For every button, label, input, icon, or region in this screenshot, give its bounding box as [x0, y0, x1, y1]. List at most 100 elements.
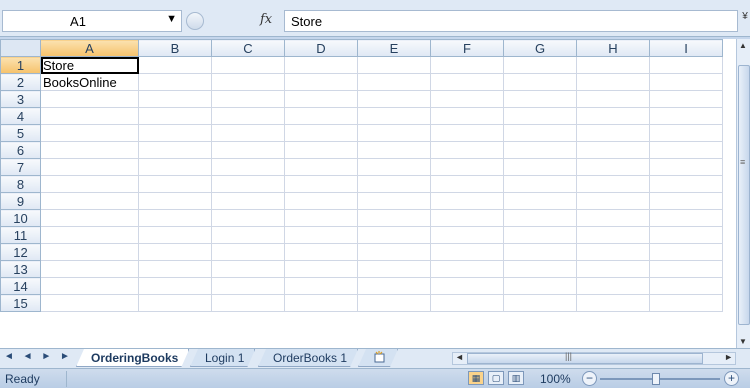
row-header-9[interactable]: 9	[0, 192, 41, 210]
cell-c12[interactable]	[211, 243, 285, 261]
cell-c3[interactable]	[211, 90, 285, 108]
zoom-slider-thumb[interactable]	[652, 373, 660, 385]
zoom-out-button[interactable]: −	[582, 371, 597, 386]
cell-i12[interactable]	[649, 243, 723, 261]
cell-b4[interactable]	[138, 107, 212, 125]
cell-h10[interactable]	[576, 209, 650, 227]
cell-g1[interactable]	[503, 56, 577, 74]
cell-b14[interactable]	[138, 277, 212, 295]
cell-g12[interactable]	[503, 243, 577, 261]
cell-c9[interactable]	[211, 192, 285, 210]
page-break-view-button[interactable]: ▥	[508, 371, 524, 385]
scroll-right-icon[interactable]: ►	[724, 352, 733, 362]
cell-i1[interactable]	[649, 56, 723, 74]
cell-b8[interactable]	[138, 175, 212, 193]
row-header-11[interactable]: 11	[0, 226, 41, 244]
cell-e7[interactable]	[357, 158, 431, 176]
name-box-dropdown-icon[interactable]: ▼	[166, 13, 177, 25]
cell-g13[interactable]	[503, 260, 577, 278]
cell-f8[interactable]	[430, 175, 504, 193]
cell-i13[interactable]	[649, 260, 723, 278]
cell-g11[interactable]	[503, 226, 577, 244]
cell-e5[interactable]	[357, 124, 431, 142]
cell-g5[interactable]	[503, 124, 577, 142]
cell-e11[interactable]	[357, 226, 431, 244]
cell-d1[interactable]	[284, 56, 358, 74]
cell-g10[interactable]	[503, 209, 577, 227]
column-header-a[interactable]: A	[40, 39, 139, 57]
cell-d2[interactable]	[284, 73, 358, 91]
cell-e15[interactable]	[357, 294, 431, 312]
cell-b3[interactable]	[138, 90, 212, 108]
cell-b5[interactable]	[138, 124, 212, 142]
scroll-left-icon[interactable]: ◄	[455, 352, 464, 362]
name-box-value[interactable]: A1	[3, 14, 153, 29]
cell-f3[interactable]	[430, 90, 504, 108]
cell-i7[interactable]	[649, 158, 723, 176]
cell-b12[interactable]	[138, 243, 212, 261]
cell-h6[interactable]	[576, 141, 650, 159]
column-header-c[interactable]: C	[211, 39, 285, 57]
cell-e1[interactable]	[357, 56, 431, 74]
cell-c11[interactable]	[211, 226, 285, 244]
name-box[interactable]: A1 ▼	[2, 10, 182, 32]
cell-c13[interactable]	[211, 260, 285, 278]
cell-b10[interactable]	[138, 209, 212, 227]
cell-b7[interactable]	[138, 158, 212, 176]
column-header-f[interactable]: F	[430, 39, 504, 57]
cell-d14[interactable]	[284, 277, 358, 295]
tab-orderbooks-1[interactable]: OrderBooks 1	[258, 349, 358, 367]
sheet-nav-arrows-icon[interactable]: ◄ ◄ ► ►	[4, 351, 73, 362]
horizontal-scrollbar[interactable]: ◄ ||| ►	[452, 351, 736, 365]
cell-h15[interactable]	[576, 294, 650, 312]
cell-i6[interactable]	[649, 141, 723, 159]
vertical-scrollbar[interactable]: ▲ ≡ ▼	[736, 39, 750, 348]
cell-a5[interactable]	[40, 124, 139, 142]
cell-a7[interactable]	[40, 158, 139, 176]
cell-e12[interactable]	[357, 243, 431, 261]
scroll-up-icon[interactable]: ▲	[739, 41, 747, 50]
zoom-level[interactable]: 100%	[540, 372, 571, 386]
cell-a9[interactable]	[40, 192, 139, 210]
cell-e3[interactable]	[357, 90, 431, 108]
row-header-7[interactable]: 7	[0, 158, 41, 176]
cell-b9[interactable]	[138, 192, 212, 210]
row-header-12[interactable]: 12	[0, 243, 41, 261]
cell-h13[interactable]	[576, 260, 650, 278]
cell-b6[interactable]	[138, 141, 212, 159]
cell-e6[interactable]	[357, 141, 431, 159]
cell-e14[interactable]	[357, 277, 431, 295]
cell-g3[interactable]	[503, 90, 577, 108]
row-header-13[interactable]: 13	[0, 260, 41, 278]
cell-h9[interactable]	[576, 192, 650, 210]
cell-h2[interactable]	[576, 73, 650, 91]
cell-d7[interactable]	[284, 158, 358, 176]
cell-e9[interactable]	[357, 192, 431, 210]
cell-d4[interactable]	[284, 107, 358, 125]
cell-d15[interactable]	[284, 294, 358, 312]
cell-e10[interactable]	[357, 209, 431, 227]
zoom-slider-track[interactable]	[600, 378, 720, 380]
cell-f4[interactable]	[430, 107, 504, 125]
column-header-b[interactable]: B	[138, 39, 212, 57]
cell-b13[interactable]	[138, 260, 212, 278]
cell-i11[interactable]	[649, 226, 723, 244]
formula-input[interactable]: Store	[284, 10, 738, 32]
cell-f9[interactable]	[430, 192, 504, 210]
cell-c8[interactable]	[211, 175, 285, 193]
cell-f6[interactable]	[430, 141, 504, 159]
cell-a13[interactable]	[40, 260, 139, 278]
cell-a8[interactable]	[40, 175, 139, 193]
cell-h4[interactable]	[576, 107, 650, 125]
select-all-corner[interactable]	[0, 39, 41, 57]
cell-h7[interactable]	[576, 158, 650, 176]
cell-h3[interactable]	[576, 90, 650, 108]
zoom-in-button[interactable]: +	[724, 371, 739, 386]
row-header-2[interactable]: 2	[0, 73, 41, 91]
column-header-d[interactable]: D	[284, 39, 358, 57]
cell-b1[interactable]	[138, 56, 212, 74]
cell-f5[interactable]	[430, 124, 504, 142]
formula-bar-resize-handle[interactable]	[186, 12, 204, 30]
cell-c14[interactable]	[211, 277, 285, 295]
cell-c2[interactable]	[211, 73, 285, 91]
